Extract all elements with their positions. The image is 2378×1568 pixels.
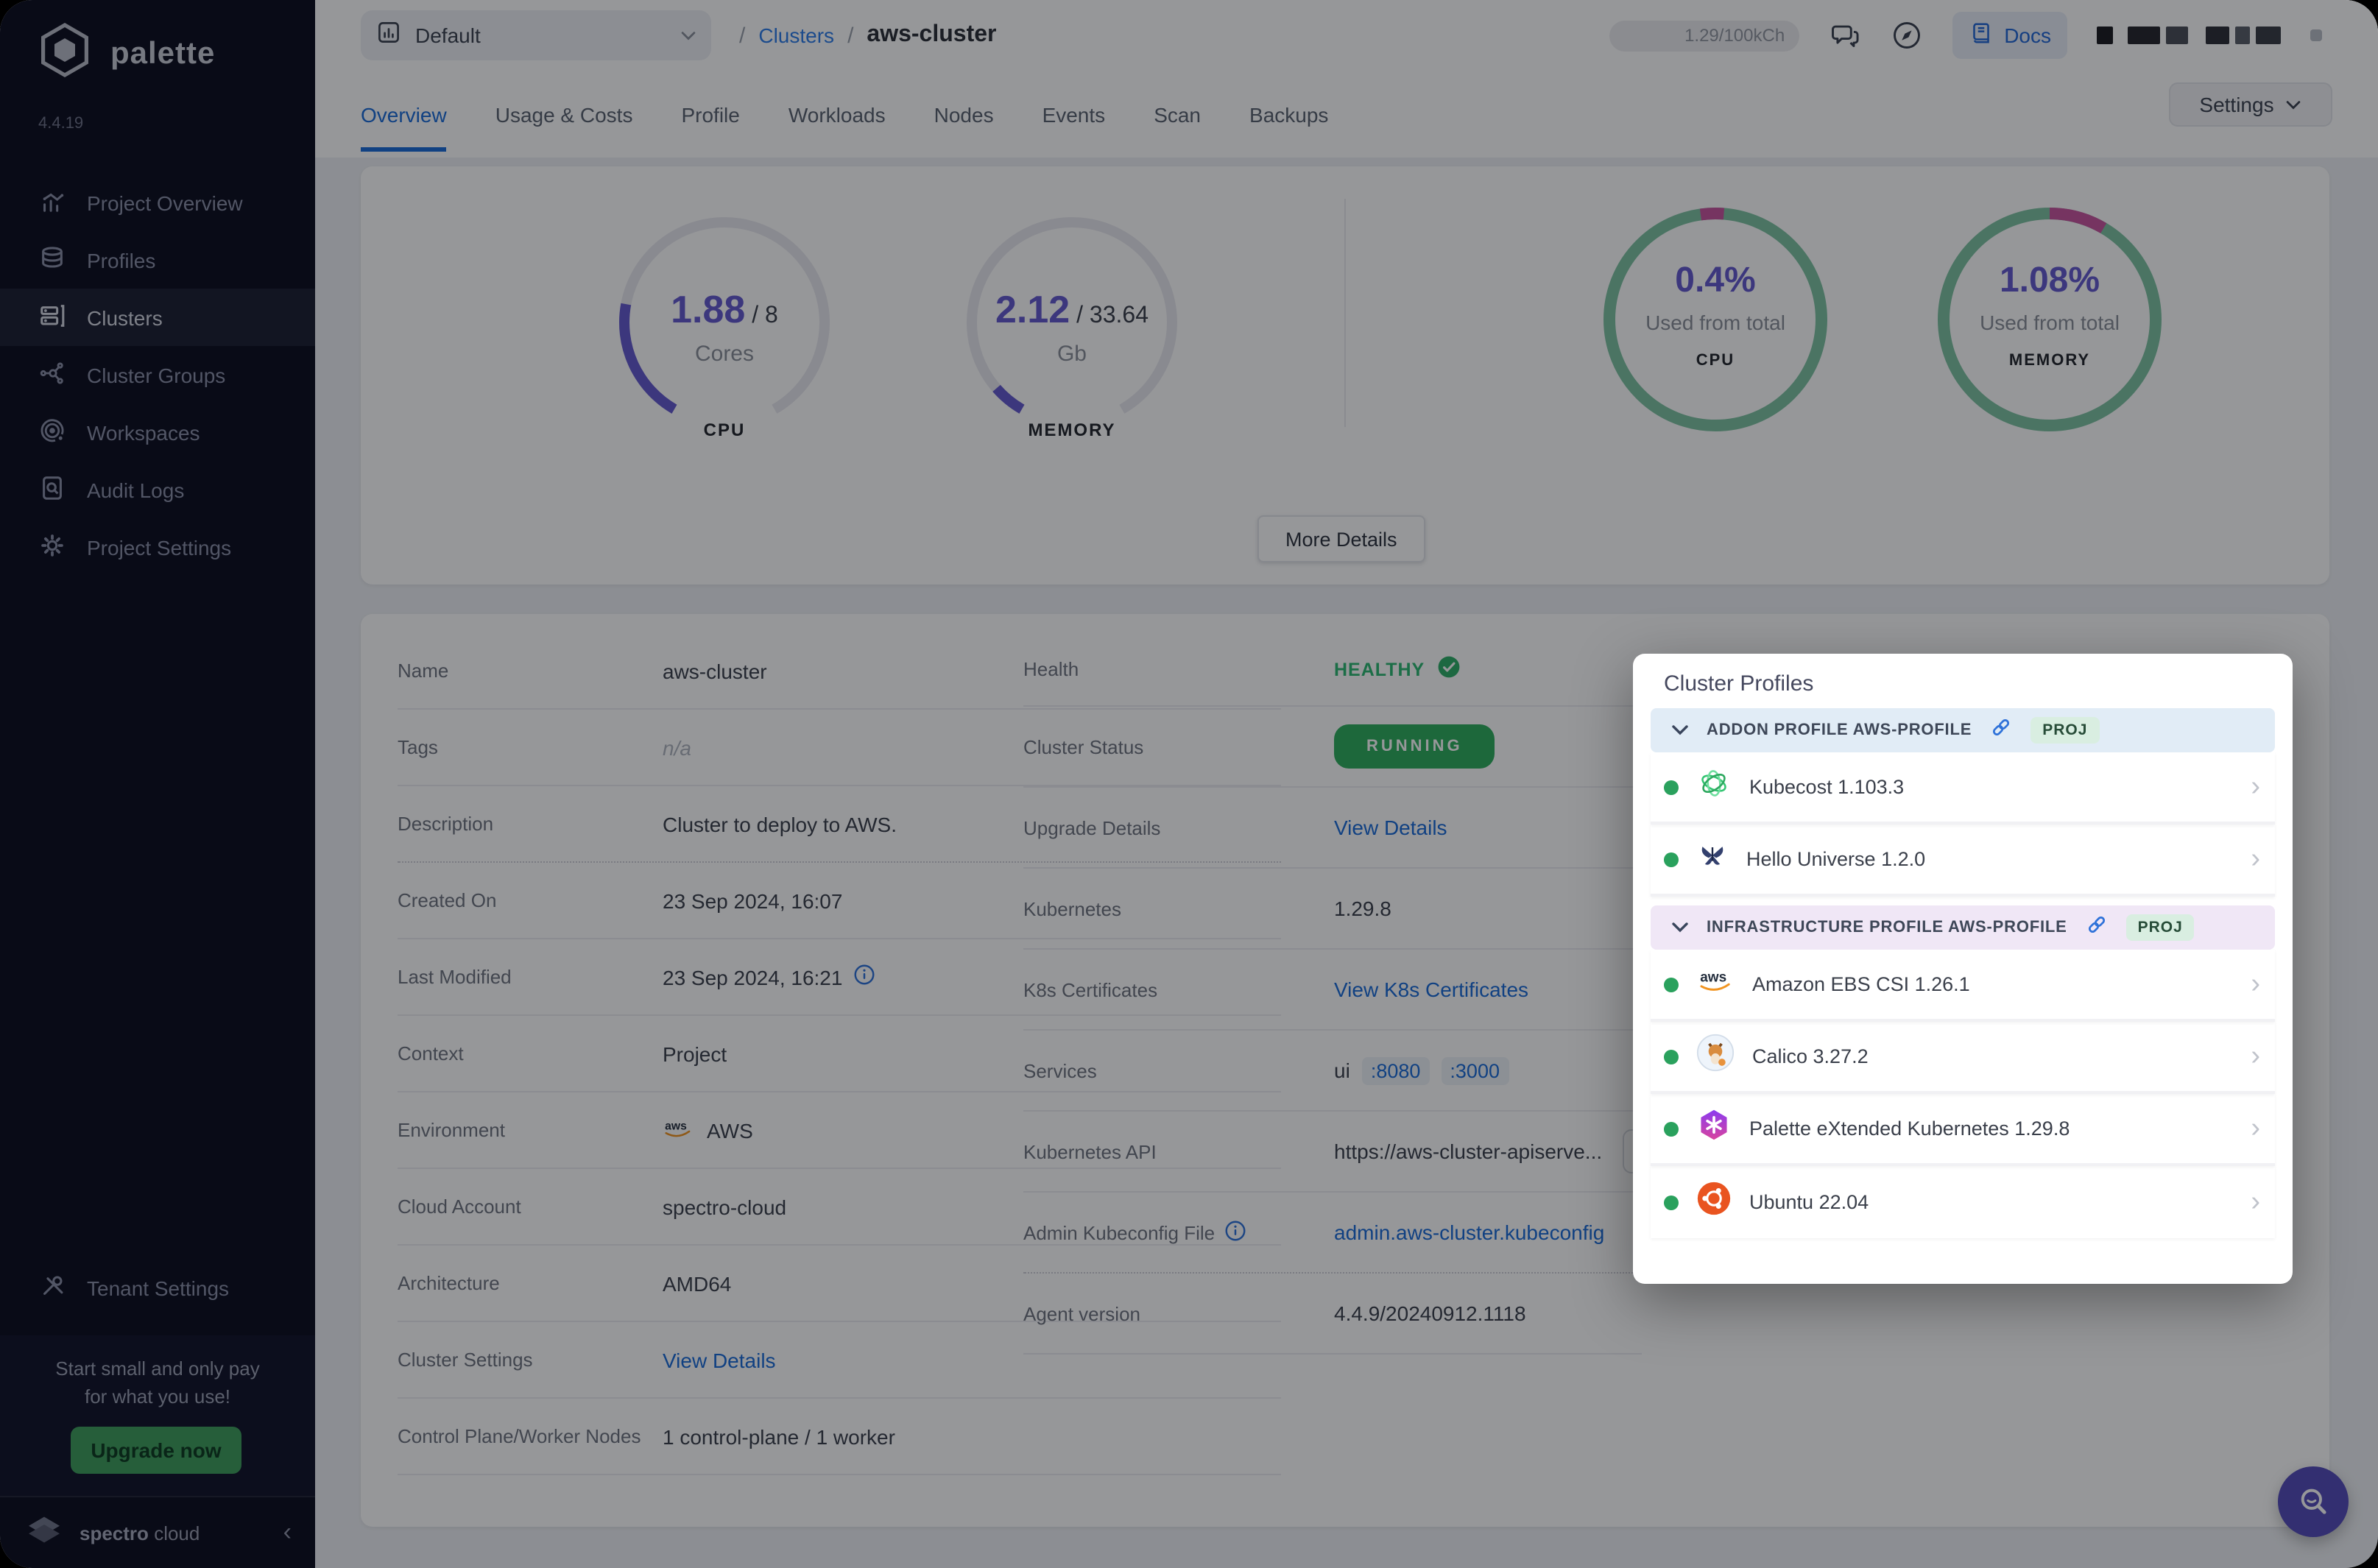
profile-layer-amazon-ebs-csi[interactable]: aws Amazon EBS CSI 1.26.1 › [1651, 950, 2275, 1022]
status-dot [1664, 1121, 1679, 1136]
scope-badge: PROJ [2031, 717, 2099, 744]
profile-layer-palette-extended-kubernetes[interactable]: Palette eXtended Kubernetes 1.29.8 › [1651, 1094, 2275, 1166]
link-icon [1989, 715, 2013, 746]
layer-name: Hello Universe 1.2.0 [1746, 848, 1925, 870]
status-dot [1664, 852, 1679, 866]
profile-layer-ubuntu[interactable]: Ubuntu 22.04 › [1651, 1166, 2275, 1238]
status-dot [1664, 780, 1679, 794]
layer-name: Ubuntu 22.04 [1749, 1191, 1869, 1213]
chevron-right-icon: › [2251, 843, 2260, 875]
chevron-right-icon: › [2251, 1040, 2260, 1073]
infrastructure-profile-header[interactable]: INFRASTRUCTURE PROFILE AWS-PROFILE PROJ [1651, 905, 2275, 950]
aws-icon: aws [1696, 967, 1735, 1001]
link-icon [2085, 912, 2109, 943]
chevron-right-icon: › [2251, 1186, 2260, 1218]
profile-layer-hello-universe[interactable]: Hello Universe 1.2.0 › [1651, 824, 2275, 897]
chevron-down-icon [1671, 717, 1689, 744]
status-dot [1664, 1049, 1679, 1064]
profile-name: INFRASTRUCTURE PROFILE AWS-PROFILE [1707, 919, 2067, 936]
profile-layer-calico[interactable]: Calico 3.27.2 › [1651, 1022, 2275, 1094]
scope-badge: PROJ [2126, 914, 2195, 941]
popup-title: Cluster Profiles [1651, 668, 2275, 708]
ubuntu-icon [1696, 1181, 1732, 1223]
chevron-right-icon: › [2251, 771, 2260, 803]
layer-name: Amazon EBS CSI 1.26.1 [1752, 973, 1970, 995]
kubecost-icon [1696, 766, 1732, 808]
layer-name: Calico 3.27.2 [1752, 1045, 1869, 1067]
cluster-profiles-popup: Cluster Profiles ADDON PROFILE AWS-PROFI… [1633, 654, 2293, 1284]
status-dot [1664, 977, 1679, 992]
pxk-icon [1696, 1107, 1732, 1150]
chevron-right-icon: › [2251, 968, 2260, 1000]
app-window: palette 4.4.19 Project Overview Profiles… [0, 0, 2378, 1568]
profile-layer-kubecost[interactable]: Kubecost 1.103.3 › [1651, 752, 2275, 824]
calico-icon [1696, 1034, 1735, 1079]
addon-profile-header[interactable]: ADDON PROFILE AWS-PROFILE PROJ [1651, 708, 2275, 752]
hello-universe-icon [1696, 839, 1729, 879]
chevron-down-icon [1671, 914, 1689, 941]
layer-name: Palette eXtended Kubernetes 1.29.8 [1749, 1117, 2070, 1140]
layer-name: Kubecost 1.103.3 [1749, 776, 1904, 798]
status-dot [1664, 1195, 1679, 1209]
svg-text:aws: aws [1700, 970, 1726, 986]
chevron-right-icon: › [2251, 1112, 2260, 1145]
profile-name: ADDON PROFILE AWS-PROFILE [1707, 721, 1972, 739]
